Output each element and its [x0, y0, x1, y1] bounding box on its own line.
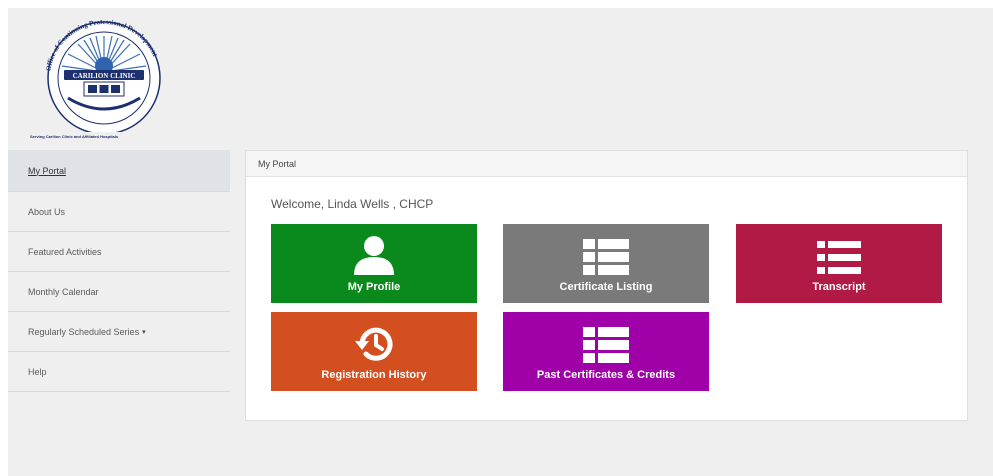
user-icon [354, 236, 394, 275]
caret-down-icon: ▾ [142, 328, 146, 336]
sidebar-item-my-portal[interactable]: My Portal [8, 150, 230, 192]
my-profile-tile[interactable]: My Profile [271, 224, 477, 303]
certificate-listing-tile[interactable]: Certificate Listing [503, 224, 709, 303]
list-icon [583, 327, 629, 363]
past-certificates-credits-tile[interactable]: Past Certificates & Credits [503, 312, 709, 391]
carilion-cpd-logo[interactable]: CARILION CLINIC Office of Continuing Pro… [30, 20, 180, 148]
sidebar-item-label: Featured Activities [28, 246, 102, 257]
sidebar-item-label: My Portal [28, 165, 67, 176]
tile-label: Transcript [812, 281, 866, 293]
transcript-tile[interactable]: Transcript [736, 224, 942, 303]
sidebar-item-featured-activities[interactable]: Featured Activities [8, 232, 230, 272]
sidebar-item-label: Help [28, 366, 47, 377]
sidebar-item-monthly-calendar[interactable]: Monthly Calendar [8, 272, 230, 312]
tile-label: My Profile [347, 281, 401, 293]
history-icon [355, 327, 393, 361]
registration-history-tile[interactable]: Registration History [271, 312, 477, 391]
panel-title: My Portal [246, 151, 967, 177]
sidebar-item-about-us[interactable]: About Us [8, 192, 230, 232]
list-icon [583, 239, 629, 275]
sidebar-item-regularly-scheduled-series[interactable]: Regularly Scheduled Series ▾ [8, 312, 230, 352]
logo-seal: CARILION CLINIC Office of Continuing Pro… [44, 20, 161, 132]
sidebar-item-label: About Us [28, 206, 66, 217]
sidebar-item-help[interactable]: Help [8, 352, 230, 392]
welcome-message: Welcome, Linda Wells , CHCP [271, 197, 434, 211]
tile-label: Past Certificates & Credits [536, 369, 676, 381]
logo-banner-text: CARILION CLINIC [73, 72, 136, 80]
logo-tagline: Serving Carilion Clinic and Affiliated H… [30, 134, 119, 139]
sidebar-item-label: Regularly Scheduled Series [28, 326, 140, 337]
list-bullets-icon [817, 241, 861, 274]
sidebar-item-label: Monthly Calendar [28, 286, 99, 297]
sidebar-nav: My Portal About Us Featured Activities M… [8, 150, 230, 392]
tile-label: Certificate Listing [559, 281, 653, 293]
tile-label: Registration History [321, 369, 427, 381]
